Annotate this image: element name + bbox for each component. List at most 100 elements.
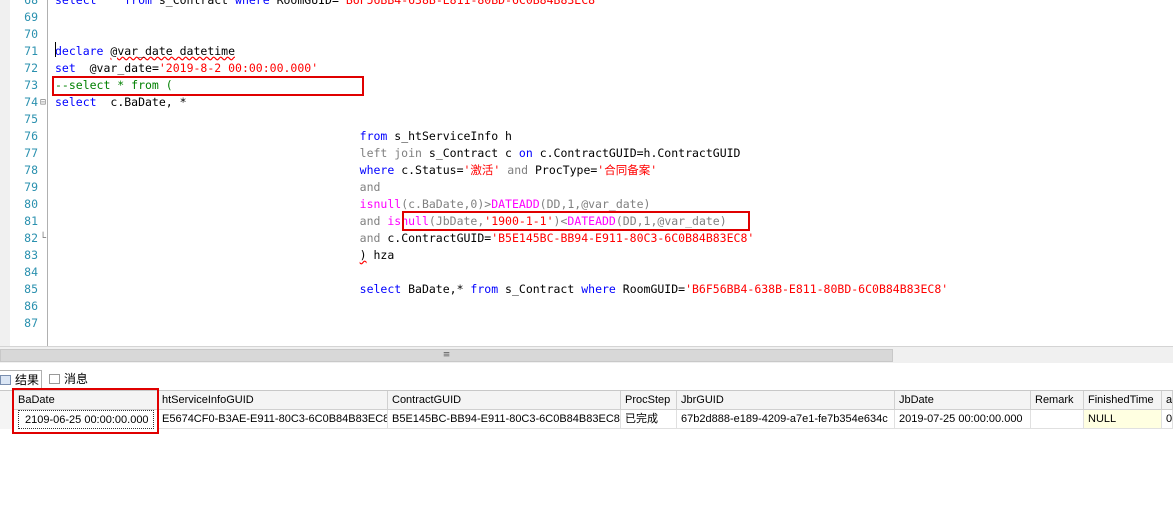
code-text[interactable]: declare @var_date datetime	[55, 43, 235, 60]
line-number: 87	[24, 316, 38, 330]
text-caret	[55, 42, 56, 57]
line-number: 68	[24, 0, 38, 7]
code-line[interactable]: 80 isnull(c.BaDate,0)>DATEADD(DD,1,@var_…	[0, 196, 1173, 213]
code-token: 'B5E145BC-BB94-E911-80C3-6C0B84B83EC8'	[491, 231, 755, 245]
code-line[interactable]: 83 ) hza	[0, 247, 1173, 264]
code-text[interactable]: select c.BaDate, *	[55, 94, 187, 111]
code-text[interactable]: select BaDate,* from s_Contract where Ro…	[55, 281, 949, 298]
line-number: 71	[24, 44, 38, 58]
code-token: left join	[359, 146, 429, 160]
line-number: 79	[24, 180, 38, 194]
line-number: 77	[24, 146, 38, 160]
code-line[interactable]: 69	[0, 9, 1173, 26]
cell-a[interactable]: 0	[1162, 410, 1173, 429]
line-number: 80	[24, 197, 38, 211]
row-header[interactable]	[0, 410, 14, 429]
code-token: select	[55, 95, 97, 109]
code-token: @var_date datetime	[110, 44, 236, 58]
code-line[interactable]: 72 set @var_date='2019-8-2 00:00:00.000'	[0, 60, 1173, 77]
cell-jbrguid[interactable]: 67b2d888-e189-4209-a7e1-fe7b354e634c	[677, 410, 895, 429]
collapse-icon[interactable]: ⊟	[40, 94, 46, 111]
line-number: 86	[24, 299, 38, 313]
result-tabs: 结果 消息	[0, 368, 1173, 391]
code-token: )	[359, 248, 367, 262]
tab-results[interactable]: 结果	[0, 370, 42, 389]
code-token: where	[359, 163, 402, 177]
code-line[interactable]: 76 from s_htServiceInfo h	[0, 128, 1173, 145]
code-text[interactable]: isnull(c.BaDate,0)>DATEADD(DD,1,@var_dat…	[55, 196, 651, 213]
cell-badate[interactable]: 2109-06-25 00:00:00.000	[18, 410, 154, 429]
code-text[interactable]: set @var_date='2019-8-2 00:00:00.000'	[55, 60, 318, 77]
code-token: ProcType=	[534, 163, 598, 177]
code-token: (DD,1,@var_date)	[615, 214, 727, 228]
code-line[interactable]: 81 and isnull(JbDate,'1900-1-1')<DATEADD…	[0, 213, 1173, 230]
line-number: 72	[24, 61, 38, 75]
code-token: DATEADD	[567, 214, 616, 228]
column-header-finishedtime[interactable]: FinishedTime	[1084, 391, 1162, 410]
code-line[interactable]: 87	[0, 315, 1173, 332]
code-token: (DD,1,@var_date)	[539, 197, 651, 211]
line-number: 73	[24, 78, 38, 92]
fold-end-icon: └	[40, 233, 47, 244]
column-header-remark[interactable]: Remark	[1031, 391, 1084, 410]
code-line[interactable]: 84	[0, 264, 1173, 281]
code-text[interactable]: left join s_Contract c on c.ContractGUID…	[55, 145, 741, 162]
code-text[interactable]: from s_htServiceInfo h	[55, 128, 512, 145]
column-header-contractguid[interactable]: ContractGUID	[388, 391, 621, 410]
code-token: s_Contract c	[428, 146, 519, 160]
code-line[interactable]: 86	[0, 298, 1173, 315]
code-text[interactable]: and c.ContractGUID='B5E145BC-BB94-E911-8…	[55, 230, 755, 247]
code-token: c.Status=	[401, 163, 464, 177]
cell-finishedtime[interactable]: NULL	[1084, 410, 1162, 429]
code-text[interactable]: and	[55, 179, 381, 196]
column-header-badate[interactable]: BaDate	[14, 391, 158, 410]
code-text[interactable]: and isnull(JbDate,'1900-1-1')<DATEADD(DD…	[55, 213, 727, 230]
code-line[interactable]: 68 select from s_Contract where RoomGUID=…	[0, 0, 1173, 9]
column-header-procstep[interactable]: ProcStep	[621, 391, 677, 410]
sql-editor[interactable]: 68 select from s_Contract where RoomGUID=…	[0, 0, 1173, 346]
horizontal-scrollbar[interactable]: ≡	[0, 346, 1173, 363]
code-token: s_htServiceInfo h	[394, 129, 512, 143]
code-text[interactable]: where c.Status='激活' and ProcType='合同备案'	[55, 162, 658, 179]
code-text[interactable]: ) hza	[55, 247, 395, 264]
tab-messages[interactable]: 消息	[46, 370, 102, 389]
code-line[interactable]: 78 where c.Status='激活' and ProcType='合同备…	[0, 162, 1173, 179]
results-grid[interactable]: BaDate htServiceInfoGUID ContractGUID Pr…	[0, 388, 1173, 528]
cell-htserviceinfoguid[interactable]: E5674CF0-B3AE-E911-80C3-6C0B84B83EC8	[158, 410, 388, 429]
code-line[interactable]: 71 declare @var_date datetime	[0, 43, 1173, 60]
line-number: 84	[24, 265, 38, 279]
code-token: 'B6F56BB4-638B-E811-80BD-6C0B84B83EC8'	[338, 0, 602, 7]
cell-remark[interactable]	[1031, 410, 1084, 429]
code-line[interactable]: 82 and c.ContractGUID='B5E145BC-BB94-E91…	[0, 230, 1173, 247]
code-token: from	[470, 282, 506, 296]
code-line[interactable]: 75	[0, 111, 1173, 128]
scrollbar-thumb[interactable]: ≡	[0, 349, 893, 362]
code-line[interactable]: 73 --select * from (	[0, 77, 1173, 94]
code-token: isnull	[359, 197, 402, 211]
code-line[interactable]: 70	[0, 26, 1173, 43]
code-token: s_Contract	[158, 0, 236, 7]
code-text[interactable]: --select * from (	[55, 77, 173, 94]
column-header-a[interactable]: a	[1162, 391, 1173, 410]
code-token: select	[359, 282, 409, 296]
code-line[interactable]: 79 and	[0, 179, 1173, 196]
code-token: declare	[55, 44, 111, 58]
code-text[interactable]: select from s_Contract where RoomGUID='B…	[55, 0, 602, 9]
code-token: )<	[553, 214, 568, 228]
code-line[interactable]: 74 select c.BaDate, * ⊟	[0, 94, 1173, 111]
column-header-htserviceinfoguid[interactable]: htServiceInfoGUID	[158, 391, 388, 410]
code-line[interactable]: 77 left join s_Contract c on c.ContractG…	[0, 145, 1173, 162]
column-header-jbdate[interactable]: JbDate	[895, 391, 1031, 410]
code-token: where	[581, 282, 623, 296]
column-header-jbrguid[interactable]: JbrGUID	[677, 391, 895, 410]
code-token: and	[359, 231, 388, 245]
code-token: --select * from (	[55, 78, 173, 92]
code-token: '2019-8-2 00:00:00.000'	[158, 61, 319, 75]
cell-procstep[interactable]: 已完成	[621, 410, 677, 429]
code-token: (JbDate,	[428, 214, 485, 228]
cell-contractguid[interactable]: B5E145BC-BB94-E911-80C3-6C0B84B83EC8	[388, 410, 621, 429]
cell-jbdate[interactable]: 2019-07-25 00:00:00.000	[895, 410, 1031, 429]
code-line[interactable]: 85 select BaDate,* from s_Contract where…	[0, 281, 1173, 298]
